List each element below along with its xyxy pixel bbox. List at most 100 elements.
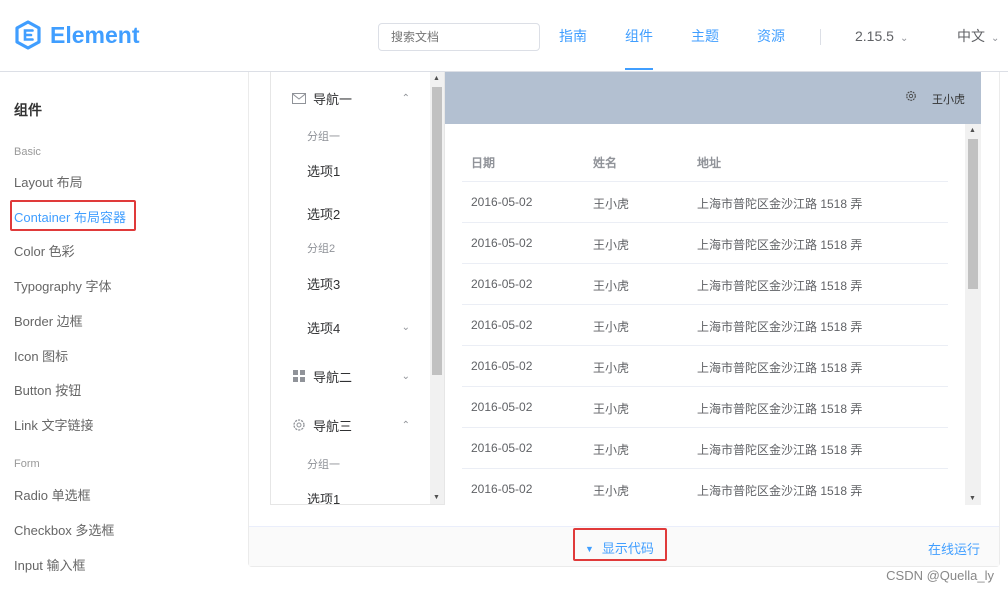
sidebar-item-input[interactable]: Input 输入框 [14, 555, 86, 574]
table-cell-address: 上海市普陀区金沙江路 1518 弄 [697, 279, 863, 293]
nav-resources[interactable]: 资源 [757, 0, 785, 72]
table-cell-date: 2016-05-02 [471, 482, 533, 496]
menu-option-3[interactable]: 选项3 [307, 274, 340, 293]
table-cell-name: 王小虎 [593, 402, 630, 416]
table-cell-name: 王小虎 [593, 443, 630, 457]
table-cell-name: 王小虎 [593, 238, 630, 252]
menu-option-4[interactable]: 选项4 ⌄ [271, 317, 432, 337]
table-cell-date: 2016-05-02 [471, 441, 533, 455]
table-header-address: 地址 [697, 156, 722, 170]
menu-option-4-label: 选项4 [307, 320, 341, 336]
table-header-name: 姓名 [593, 156, 618, 170]
version-label: 2.15.5 [855, 28, 894, 44]
menu-scrollbar-thumb[interactable] [432, 87, 442, 375]
table-cell-name: 王小虎 [593, 279, 630, 293]
sidebar-group-basic: Basic [14, 146, 41, 158]
table-row: 2016-05-02 王小虎 上海市普陀区金沙江路 1518 弄 [462, 346, 948, 387]
sidebar-item-typography[interactable]: Typography 字体 [14, 276, 112, 295]
table-cell-date: 2016-05-02 [471, 236, 533, 250]
chevron-up-icon: ⌃ [401, 419, 410, 431]
menu-nav1-label: 导航一 [313, 91, 353, 107]
menu-option-2[interactable]: 选项2 [307, 204, 340, 223]
scroll-up-arrow-icon[interactable]: ▲ [433, 75, 440, 82]
menu-group1: 分组一 [307, 131, 340, 143]
table-cell-address: 上海市普陀区金沙江路 1518 弄 [697, 238, 863, 252]
table-row: 2016-05-02 王小虎 上海市普陀区金沙江路 1518 弄 [462, 264, 948, 305]
grid-icon [291, 370, 307, 382]
table-header-date: 日期 [471, 156, 496, 170]
table-cell-name: 王小虎 [593, 484, 630, 498]
table-cell-address: 上海市普陀区金沙江路 1518 弄 [697, 443, 863, 457]
menu-nav3-group1: 分组一 [307, 459, 340, 471]
table-cell-address: 上海市普陀区金沙江路 1518 弄 [697, 197, 863, 211]
table-cell-name: 王小虎 [593, 320, 630, 334]
language-label: 中文 [957, 28, 985, 44]
menu-group2: 分组2 [307, 243, 336, 255]
table-header-row: 日期 姓名 地址 [462, 141, 948, 182]
table-row: 2016-05-02 王小虎 上海市普陀区金沙江路 1518 弄 [462, 182, 948, 223]
highlight-box-container [10, 200, 136, 231]
element-logo[interactable]: Element [14, 20, 139, 50]
table-cell-date: 2016-05-02 [471, 277, 533, 291]
table-cell-name: 王小虎 [593, 361, 630, 375]
menu-option-1[interactable]: 选项1 [307, 161, 340, 180]
menu-nav2[interactable]: 导航二 ⌄ [271, 366, 432, 386]
message-icon [291, 92, 307, 104]
demo-aside-menu: 导航一 ⌃ 分组一 选项1 选项2 分组2 选项3 选项4 ⌄ 导航二 ⌄ 导航… [270, 72, 445, 505]
table-row: 2016-05-02 王小虎 上海市普陀区金沙江路 1518 弄 [462, 469, 948, 505]
scroll-down-arrow-icon[interactable]: ▼ [433, 494, 440, 501]
sidebar-item-link[interactable]: Link 文字链接 [14, 415, 93, 434]
header-username: 王小虎 [932, 94, 965, 106]
table-scrollbar[interactable]: ▲ ▼ [965, 124, 981, 505]
chevron-up-icon: ⌃ [401, 92, 410, 104]
chevron-down-icon: ⌄ [899, 33, 909, 44]
table-cell-address: 上海市普陀区金沙江路 1518 弄 [697, 484, 863, 498]
table-cell-address: 上海市普陀区金沙江路 1518 弄 [697, 361, 863, 375]
table-row: 2016-05-02 王小虎 上海市普陀区金沙江路 1518 弄 [462, 428, 948, 469]
chevron-down-icon: ⌄ [991, 33, 1000, 44]
table-cell-date: 2016-05-02 [471, 318, 533, 332]
logo-text: Element [50, 21, 140, 48]
scroll-down-arrow-icon[interactable]: ▼ [969, 495, 976, 502]
scroll-up-arrow-icon[interactable]: ▲ [969, 127, 976, 134]
element-logo-icon [15, 20, 41, 50]
table-cell-date: 2016-05-02 [471, 195, 533, 209]
nav-divider [820, 29, 821, 45]
watermark: CSDN @Quella_ly [886, 568, 994, 583]
menu-scrollbar[interactable]: ▲ ▼ [430, 72, 444, 504]
search-input[interactable] [378, 23, 540, 51]
table-scrollbar-thumb[interactable] [968, 139, 978, 289]
run-online-button[interactable]: 在线运行 [928, 539, 980, 558]
table-row: 2016-05-02 王小虎 上海市普陀区金沙江路 1518 弄 [462, 305, 948, 346]
table-cell-name: 王小虎 [593, 197, 630, 211]
sidebar-item-border[interactable]: Border 边框 [14, 311, 83, 330]
table-row: 2016-05-02 王小虎 上海市普陀区金沙江路 1518 弄 [462, 223, 948, 264]
table-cell-date: 2016-05-02 [471, 359, 533, 373]
sidebar-group-form: Form [14, 458, 40, 470]
table-row: 2016-05-02 王小虎 上海市普陀区金沙江路 1518 弄 [462, 387, 948, 428]
sidebar-item-color[interactable]: Color 色彩 [14, 241, 75, 260]
nav-theme[interactable]: 主题 [691, 0, 719, 72]
table-cell-date: 2016-05-02 [471, 400, 533, 414]
sidebar-item-icon[interactable]: Icon 图标 [14, 346, 68, 365]
table-cell-address: 上海市普陀区金沙江路 1518 弄 [697, 402, 863, 416]
sidebar-item-checkbox[interactable]: Checkbox 多选框 [14, 520, 114, 539]
menu-nav1[interactable]: 导航一 ⌃ [271, 88, 432, 108]
gear-icon [291, 418, 307, 432]
language-select[interactable]: 中文 ⌄ [957, 0, 999, 72]
nav-components[interactable]: 组件 [625, 0, 653, 72]
version-select[interactable]: 2.15.5 ⌄ [855, 0, 908, 72]
chevron-down-icon: ⌄ [401, 321, 410, 333]
menu-nav3-option-1[interactable]: 选项1 [307, 489, 340, 504]
sidebar-item-button[interactable]: Button 按钮 [14, 380, 81, 399]
top-header: Element 指南 组件 主题 资源 2.15.5 ⌄ 中文 ⌄ [0, 0, 1008, 72]
sidebar-item-layout[interactable]: Layout 布局 [14, 172, 83, 191]
nav-guide[interactable]: 指南 [559, 0, 587, 72]
chevron-down-icon: ⌄ [401, 370, 410, 382]
demo-header-bar: 王小虎 [445, 72, 981, 124]
gear-icon[interactable] [905, 90, 917, 102]
menu-nav3-label: 导航三 [313, 418, 353, 434]
sidebar-item-radio[interactable]: Radio 单选框 [14, 485, 91, 504]
menu-nav3[interactable]: 导航三 ⌃ [271, 415, 432, 435]
table-cell-address: 上海市普陀区金沙江路 1518 弄 [697, 320, 863, 334]
